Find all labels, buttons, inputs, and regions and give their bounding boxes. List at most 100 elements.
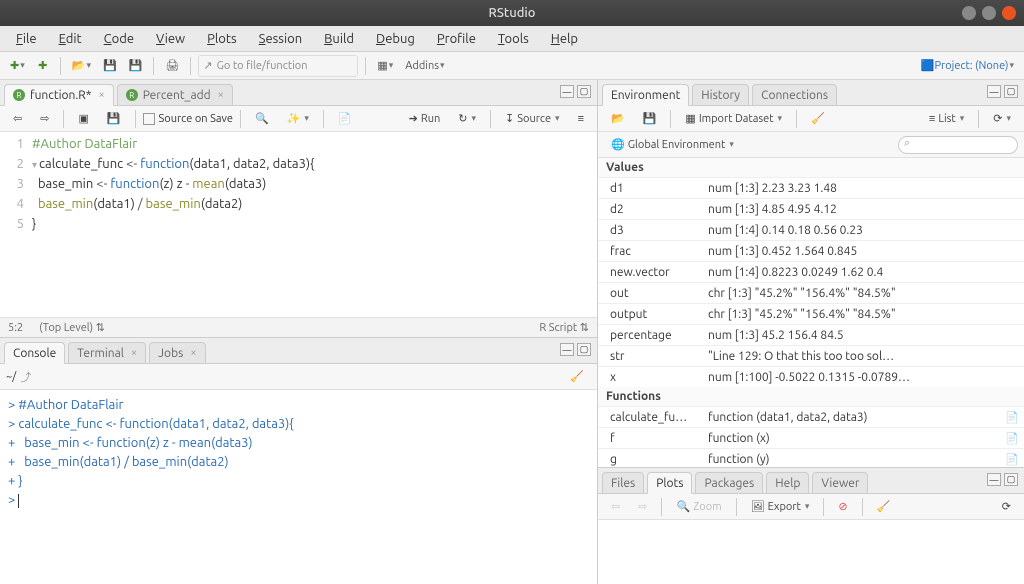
minimize-pane-button[interactable]: — bbox=[560, 85, 574, 98]
env-row[interactable]: ffunction (x)📄 bbox=[598, 427, 1024, 448]
menu-build[interactable]: Build bbox=[314, 28, 364, 50]
maximize-console-button[interactable]: ▢ bbox=[577, 343, 591, 356]
inspect-icon[interactable]: 📄 bbox=[1000, 432, 1024, 445]
env-row[interactable]: outputchr [1:3] "45.2%" "156.4%" "84.5%" bbox=[598, 303, 1024, 324]
clear-objects-button[interactable]: 🧹 bbox=[804, 109, 832, 128]
menu-help[interactable]: Help bbox=[541, 28, 588, 50]
addins-grid-icon[interactable]: ▦▾ bbox=[373, 56, 397, 76]
addins-menu[interactable]: Addins▾ bbox=[401, 56, 448, 76]
save-workspace-button[interactable]: 💾 bbox=[636, 109, 664, 128]
menu-file[interactable]: File bbox=[6, 28, 47, 50]
env-row[interactable]: percentagenum [1:3] 45.2 156.4 84.5 bbox=[598, 324, 1024, 345]
env-row[interactable]: outchr [1:3] "45.2%" "156.4%" "84.5%" bbox=[598, 282, 1024, 303]
console-tab-terminal[interactable]: Terminal× bbox=[68, 342, 146, 364]
rerun-button[interactable]: ↻▾ bbox=[451, 109, 483, 128]
close-tab-icon[interactable]: × bbox=[131, 347, 137, 359]
plot-export-button[interactable]: 🖼 Export▾ bbox=[744, 497, 817, 516]
menu-profile[interactable]: Profile bbox=[427, 28, 486, 50]
menu-debug[interactable]: Debug bbox=[366, 28, 425, 50]
env-row[interactable]: calculate_fu…function (data1, data2, dat… bbox=[598, 406, 1024, 427]
menu-tools[interactable]: Tools bbox=[488, 28, 539, 50]
minimize-env-button[interactable]: — bbox=[987, 85, 1001, 98]
global-env-selector[interactable]: 🌐 Global Environment▾ bbox=[604, 135, 741, 154]
env-tab-environment[interactable]: Environment bbox=[602, 84, 689, 106]
load-workspace-button[interactable]: 📂 bbox=[604, 109, 632, 128]
env-tab-history[interactable]: History bbox=[692, 84, 749, 106]
source-button[interactable]: ↧ Source▾ bbox=[498, 109, 567, 128]
new-project-button[interactable]: ✚ bbox=[33, 56, 53, 76]
new-file-button[interactable]: ✚▾ bbox=[6, 56, 29, 76]
env-row[interactable]: d3num [1:4] 0.14 0.18 0.56 0.23 bbox=[598, 219, 1024, 240]
import-dataset-button[interactable]: ▦ Import Dataset▾ bbox=[678, 109, 789, 128]
env-tab-connections[interactable]: Connections bbox=[752, 84, 837, 106]
scope-selector[interactable]: (Top Level) ⇅ bbox=[39, 321, 105, 334]
maximize-viewer-button[interactable]: ▢ bbox=[1004, 473, 1018, 486]
source-on-save-label: Source on Save bbox=[159, 113, 233, 125]
window-maximize-button[interactable] bbox=[982, 6, 996, 20]
inspect-icon[interactable]: 📄 bbox=[1000, 453, 1024, 466]
show-in-new-window-button[interactable]: ▣ bbox=[71, 109, 95, 128]
plot-zoom-button[interactable]: 🔍 Zoom bbox=[669, 497, 728, 516]
console-output[interactable]: > #Author DataFlair> calculate_func <- f… bbox=[0, 390, 597, 584]
plot-prev-button[interactable]: ⇦ bbox=[604, 497, 627, 516]
plot-clear-button[interactable]: 🧹 bbox=[870, 497, 898, 516]
env-row[interactable]: d1num [1:3] 2.23 3.23 1.48 bbox=[598, 177, 1024, 198]
env-row[interactable]: gfunction (y)📄 bbox=[598, 448, 1024, 467]
menu-plots[interactable]: Plots bbox=[197, 28, 247, 50]
menu-session[interactable]: Session bbox=[249, 28, 312, 50]
env-row[interactable]: d2num [1:3] 4.85 4.95 4.12 bbox=[598, 198, 1024, 219]
console-path-popout-icon[interactable]: ⤴ bbox=[20, 369, 31, 385]
clear-console-button[interactable]: 🧹 bbox=[563, 367, 591, 386]
language-selector[interactable]: R Script ⇅ bbox=[539, 321, 589, 334]
close-tab-icon[interactable]: × bbox=[218, 89, 224, 101]
save-button[interactable]: 💾 bbox=[99, 56, 121, 76]
outline-button[interactable]: ≡ bbox=[571, 110, 591, 128]
run-button[interactable]: ➔ Run bbox=[402, 109, 448, 128]
env-row[interactable]: str"Line 129: O that this too too sol… bbox=[598, 345, 1024, 366]
viewer-tab-plots[interactable]: Plots bbox=[647, 472, 692, 494]
minimize-viewer-button[interactable]: — bbox=[987, 473, 1001, 486]
wand-button[interactable]: ✨▾ bbox=[280, 109, 316, 128]
viewer-tab-viewer[interactable]: Viewer bbox=[812, 472, 868, 494]
env-row[interactable]: new.vectornum [1:4] 0.8223 0.0249 1.62 0… bbox=[598, 261, 1024, 282]
refresh-env-button[interactable]: ⟳▾ bbox=[986, 109, 1018, 128]
console-tabstrip: ConsoleTerminal×Jobs× — ▢ bbox=[0, 338, 597, 364]
inspect-icon[interactable]: 📄 bbox=[1000, 411, 1024, 424]
project-menu[interactable]: 🟦 Project: (None)▾ bbox=[917, 56, 1018, 76]
save-source-button[interactable]: 💾 bbox=[100, 109, 128, 128]
console-tab-jobs[interactable]: Jobs× bbox=[149, 342, 205, 364]
source-tab[interactable]: Rfunction.R*× bbox=[4, 84, 114, 106]
env-row[interactable]: fracnum [1:3] 0.452 1.564 0.845 bbox=[598, 240, 1024, 261]
window-minimize-button[interactable] bbox=[962, 6, 976, 20]
maximize-pane-button[interactable]: ▢ bbox=[577, 85, 591, 98]
viewer-tab-help[interactable]: Help bbox=[766, 472, 809, 494]
env-row[interactable]: xnum [1:100] -0.5022 0.1315 -0.0789… bbox=[598, 366, 1024, 387]
code-editor[interactable]: 12345 #Author DataFlair▾calculate_func <… bbox=[0, 132, 597, 317]
source-tab[interactable]: RPercent_add× bbox=[117, 84, 233, 106]
find-button[interactable]: 🔍 bbox=[248, 109, 276, 128]
save-all-button[interactable]: 💾 bbox=[125, 56, 147, 76]
minimize-console-button[interactable]: — bbox=[560, 343, 574, 356]
plot-next-button[interactable]: ⇨ bbox=[631, 497, 654, 516]
menu-edit[interactable]: Edit bbox=[49, 28, 92, 50]
print-button[interactable]: 🖨 bbox=[161, 56, 183, 76]
viewer-tab-packages[interactable]: Packages bbox=[695, 472, 763, 494]
compile-report-button[interactable]: 📄 bbox=[331, 109, 359, 128]
viewer-tab-files[interactable]: Files bbox=[602, 472, 644, 494]
console-tab-console[interactable]: Console bbox=[4, 342, 65, 364]
menu-view[interactable]: View bbox=[146, 28, 195, 50]
forward-button[interactable]: ⇨ bbox=[33, 109, 56, 128]
window-close-button[interactable] bbox=[1002, 6, 1016, 20]
source-on-save-checkbox[interactable] bbox=[143, 113, 155, 125]
close-tab-icon[interactable]: × bbox=[99, 89, 105, 101]
plot-refresh-button[interactable]: ⟳ bbox=[995, 497, 1018, 516]
env-search-input[interactable] bbox=[898, 136, 1018, 154]
maximize-env-button[interactable]: ▢ bbox=[1004, 85, 1018, 98]
menu-code[interactable]: Code bbox=[94, 28, 144, 50]
list-view-button[interactable]: ≡ List▾ bbox=[922, 110, 971, 128]
plot-remove-button[interactable]: ⊘ bbox=[831, 497, 854, 516]
goto-file-input[interactable]: ↗ Go to file/function bbox=[198, 55, 358, 77]
close-tab-icon[interactable]: × bbox=[190, 347, 196, 359]
open-file-button[interactable]: 📂▾ bbox=[68, 56, 95, 76]
back-button[interactable]: ⇦ bbox=[6, 109, 29, 128]
